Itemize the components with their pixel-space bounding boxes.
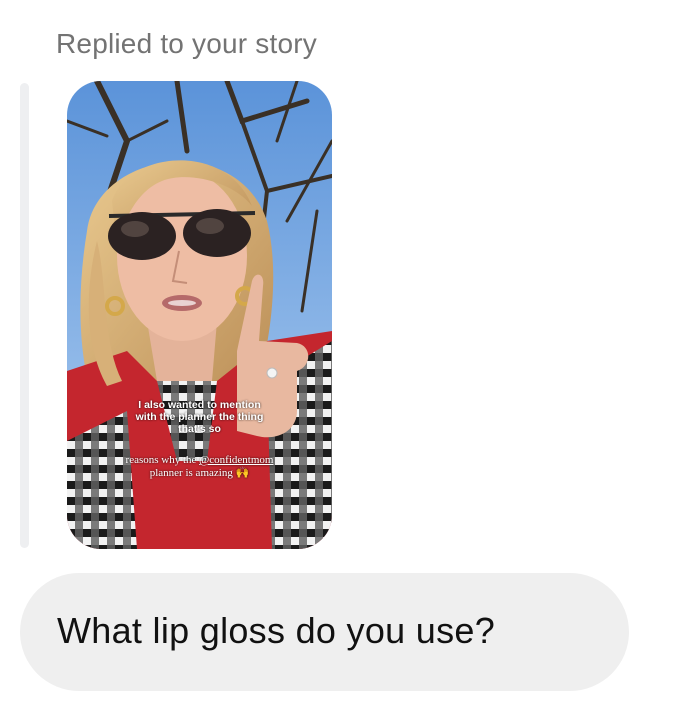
- story-subcaption-line-2: planner is amazing 🙌: [149, 467, 250, 479]
- story-thumbnail[interactable]: I also wanted to mention with the planne…: [67, 81, 332, 549]
- story-caption-line-2: with the planner the thing: [135, 411, 264, 423]
- subcaption-prefix: reasons why the: [125, 454, 200, 466]
- story-caption-line-3: that's so: [178, 423, 221, 435]
- message-text: What lip gloss do you use?: [57, 610, 496, 651]
- story-caption: I also wanted to mention with the planne…: [67, 399, 332, 435]
- replied-to-story-label: Replied to your story: [56, 28, 317, 59]
- story-subcaption: reasons why the @confidentmom planner is…: [67, 454, 332, 480]
- mention-link[interactable]: @confidentmom: [199, 454, 273, 466]
- reply-indicator-bar: [20, 83, 29, 548]
- story-caption-line-1: I also wanted to mention: [138, 399, 261, 411]
- story-subcaption-line-1: reasons why the @confidentmom: [67, 454, 332, 467]
- message-bubble[interactable]: What lip gloss do you use?: [20, 573, 629, 691]
